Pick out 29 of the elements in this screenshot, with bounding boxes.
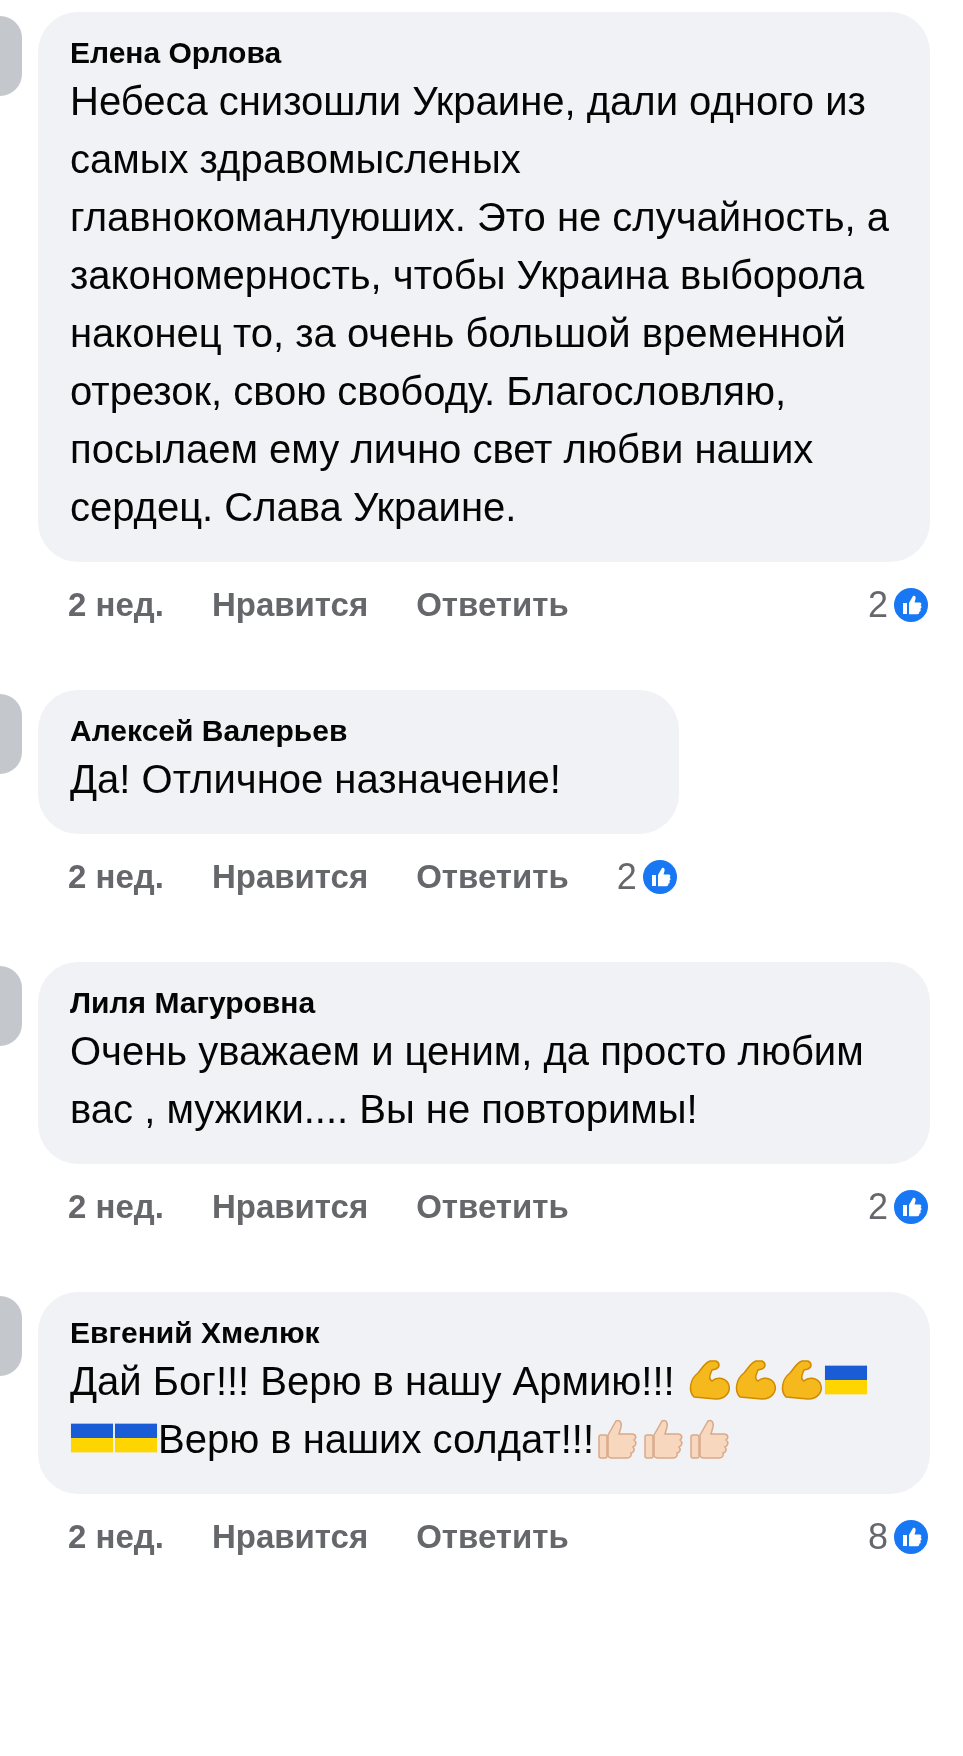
- author-name: Евгений Хмелюк: [70, 1315, 321, 1351]
- comment-time: 2 нед.: [68, 585, 164, 626]
- reply-button[interactable]: Ответить: [416, 852, 569, 902]
- comment-time: 2 нед.: [68, 1517, 164, 1558]
- comment-text: Небеса снизошли Украине, дали одного из самых здравомысленых главнокоманлуюших. Это не случайность, а закономерность, чтобы Украина выборола наконец то, за очень большой временной отрезок, свою свободу. Благословляю, посылаем ему лично свет любви наших сердец. Слава Украине.: [70, 78, 891, 531]
- reaction-count: 2: [867, 583, 888, 627]
- reply-button[interactable]: Ответить: [416, 1182, 569, 1232]
- comment-text: Верю в наших солдат!!!: [158, 1417, 595, 1461]
- like-icon: [640, 858, 679, 896]
- reaction-count: 8: [867, 1515, 888, 1559]
- author-name: Алексей Валерьев: [70, 713, 349, 749]
- comment-text: Очень уважаем и ценим, да просто любим вас , мужики.... Вы не повторимы!: [70, 1028, 865, 1133]
- reply-button[interactable]: Ответить: [416, 580, 569, 630]
- like-button[interactable]: Нравится: [211, 580, 369, 630]
- like-icon: [892, 1518, 930, 1556]
- like-icon: [892, 586, 930, 624]
- like-button[interactable]: Нравится: [211, 852, 369, 902]
- like-button[interactable]: Нравится: [211, 1182, 369, 1232]
- comment-time: 2 нед.: [68, 857, 164, 898]
- like-icon: [892, 1188, 930, 1226]
- reply-button[interactable]: Ответить: [416, 1512, 569, 1562]
- comment-time: 2 нед.: [68, 1187, 164, 1228]
- comment-text: Дай Бог!!! Верю в нашу Армию!!!: [70, 1359, 676, 1403]
- author-name: Елена Орлова: [70, 35, 283, 71]
- comment-text: Да! Отличное назначение!: [70, 756, 562, 803]
- reaction-count: 2: [616, 855, 637, 899]
- like-button[interactable]: Нравится: [211, 1512, 369, 1562]
- author-name: Лиля Магуровна: [70, 985, 317, 1021]
- reaction-count: 2: [867, 1185, 888, 1229]
